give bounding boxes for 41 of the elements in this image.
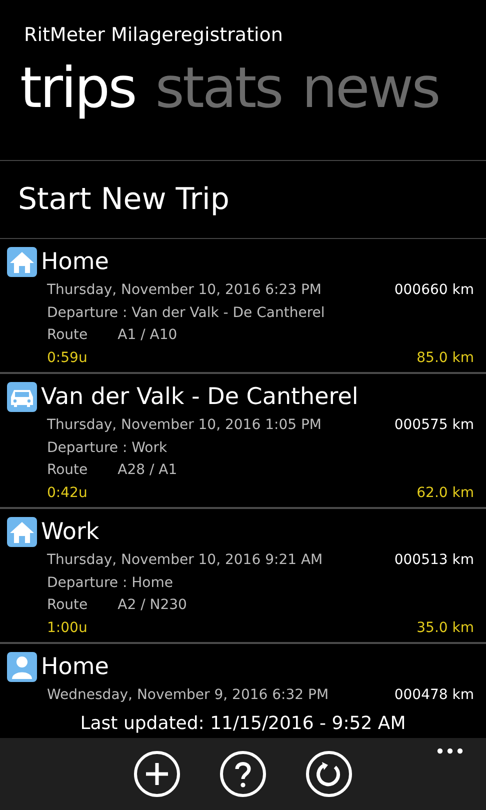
- trip-title[interactable]: Work: [41, 517, 100, 547]
- trip-duration: 0:42u: [47, 484, 88, 502]
- trip-date: Thursday, November 10, 2016 9:21 AM: [47, 551, 323, 570]
- trip-date: Wednesday, November 9, 2016 6:32 PM: [47, 686, 329, 705]
- last-updated-text: Last updated: 11/15/2016 - 9:52 AM: [80, 712, 406, 736]
- odometer-reading: 000513 km: [394, 551, 474, 570]
- start-trip-button[interactable]: Start New Trip: [18, 180, 230, 218]
- add-icon[interactable]: [133, 750, 181, 798]
- trip-title[interactable]: Van der Valk - De Cantherel: [41, 382, 358, 412]
- trip-title[interactable]: Home: [41, 652, 109, 682]
- departure-label: Departure : Work: [47, 438, 168, 458]
- departure-label: Departure : Home: [47, 574, 173, 592]
- trip-date: Thursday, November 10, 2016 6:23 PM: [47, 281, 322, 300]
- app-title: RitMeter Milageregistration: [23, 23, 284, 48]
- route-value: A1 / A10: [118, 326, 178, 345]
- house-icon: [7, 517, 37, 547]
- refresh-icon[interactable]: [305, 750, 353, 798]
- trip-title[interactable]: Home: [41, 247, 109, 277]
- trip-distance: 35.0 km: [416, 618, 474, 638]
- pivot-header[interactable]: stats: [155, 54, 282, 124]
- car-icon: [7, 382, 37, 412]
- route-value: A2 / N230: [118, 596, 187, 615]
- pivot-header[interactable]: news: [302, 54, 439, 124]
- route-value: A28 / A1: [118, 461, 178, 480]
- departure-label: Departure : Van der Valk - De Cantherel: [47, 304, 325, 322]
- odometer-reading: 000478 km: [394, 686, 474, 705]
- person-icon: [7, 652, 37, 682]
- trip-distance: 85.0 km: [416, 348, 474, 368]
- help-icon[interactable]: [219, 750, 267, 798]
- trip-duration: 1:00u: [47, 618, 88, 638]
- trip-distance: 62.0 km: [416, 484, 474, 502]
- trip-duration: 0:59u: [47, 348, 88, 368]
- odometer-reading: 000575 km: [394, 416, 474, 435]
- more-icon[interactable]: [437, 748, 463, 754]
- house-icon: [7, 247, 37, 277]
- pivot-header[interactable]: trips: [20, 54, 136, 124]
- route-label: Route: [47, 596, 88, 615]
- trip-date: Thursday, November 10, 2016 1:05 PM: [47, 416, 322, 435]
- route-label: Route: [47, 461, 88, 480]
- route-label: Route: [47, 326, 88, 345]
- odometer-reading: 000660 km: [394, 281, 474, 300]
